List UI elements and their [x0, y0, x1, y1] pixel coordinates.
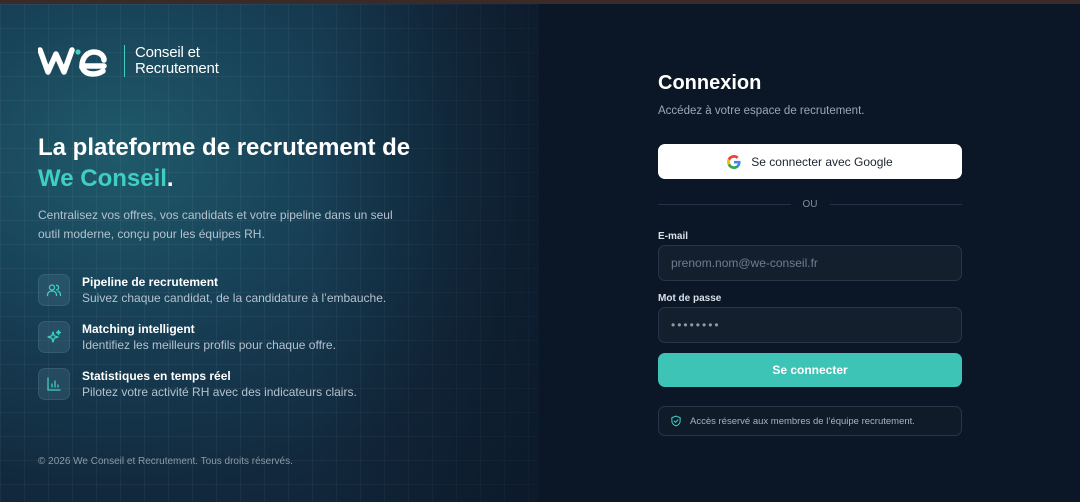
feature-desc: Identifiez les meilleurs profils pour ch… — [82, 338, 336, 352]
google-icon — [727, 154, 741, 169]
google-signin-label: Se connecter avec Google — [751, 154, 893, 169]
headline-brand: We Conseil — [38, 165, 167, 192]
password-label: Mot de passe — [658, 293, 722, 304]
email-field[interactable] — [658, 245, 962, 281]
login-caption: Accédez à votre espace de recrutement. — [658, 105, 865, 117]
headline-text: La plateforme de recrutement de — [38, 134, 411, 161]
divider-line — [658, 203, 791, 205]
headline-period: . — [166, 165, 174, 192]
password-field[interactable] — [658, 307, 962, 343]
users-icon — [38, 274, 70, 306]
feature-title: Statistiques en temps réel — [82, 369, 231, 383]
feature-pipeline: Pipeline de recrutement Suivez chaque ca… — [38, 274, 386, 307]
divider-line — [829, 203, 962, 205]
feature-desc: Pilotez votre activité RH avec des indic… — [82, 385, 357, 399]
copyright: © 2026 We Conseil et Recrutement. Tous d… — [38, 456, 293, 467]
access-notice: Accès réservé aux membres de l’équipe re… — [658, 406, 962, 436]
login-button[interactable]: Se connecter — [658, 353, 962, 387]
brand-name-line2: Recrutement — [135, 60, 219, 77]
or-divider: OU — [658, 197, 962, 211]
login-title: Connexion — [658, 72, 762, 94]
access-notice-text: Accès réservé aux membres de l’équipe re… — [690, 415, 915, 427]
hero-headline: La plateforme de recrutement de We Conse… — [38, 132, 418, 194]
email-label: E-mail — [658, 231, 689, 242]
sparkles-icon — [38, 321, 70, 353]
bar-chart-icon — [38, 368, 70, 400]
feature-statistics: Statistiques en temps réel Pilotez votre… — [38, 368, 357, 401]
hero-subtext: Centralisez vos offres, vos candidats et… — [38, 208, 393, 241]
logo-divider — [124, 45, 125, 77]
we-logo-mark — [38, 47, 107, 77]
divider-text: OU — [802, 198, 818, 210]
login-panel: Connexion Accédez à votre espace de recr… — [539, 4, 1080, 502]
google-signin-button[interactable]: Se connecter avec Google — [658, 144, 962, 179]
brand-logo: Conseil et Recrutement — [38, 44, 219, 78]
hero-panel: Conseil et Recrutement La plateforme de … — [0, 4, 539, 502]
feature-desc: Suivez chaque candidat, de la candidatur… — [82, 291, 387, 305]
brand-name: Conseil et Recrutement — [135, 45, 219, 77]
feature-matching: Matching intelligent Identifiez les meil… — [38, 321, 336, 354]
feature-title: Pipeline de recrutement — [82, 275, 219, 289]
shield-check-icon — [671, 415, 681, 427]
brand-name-line1: Conseil et — [135, 44, 200, 61]
feature-title: Matching intelligent — [82, 322, 195, 336]
